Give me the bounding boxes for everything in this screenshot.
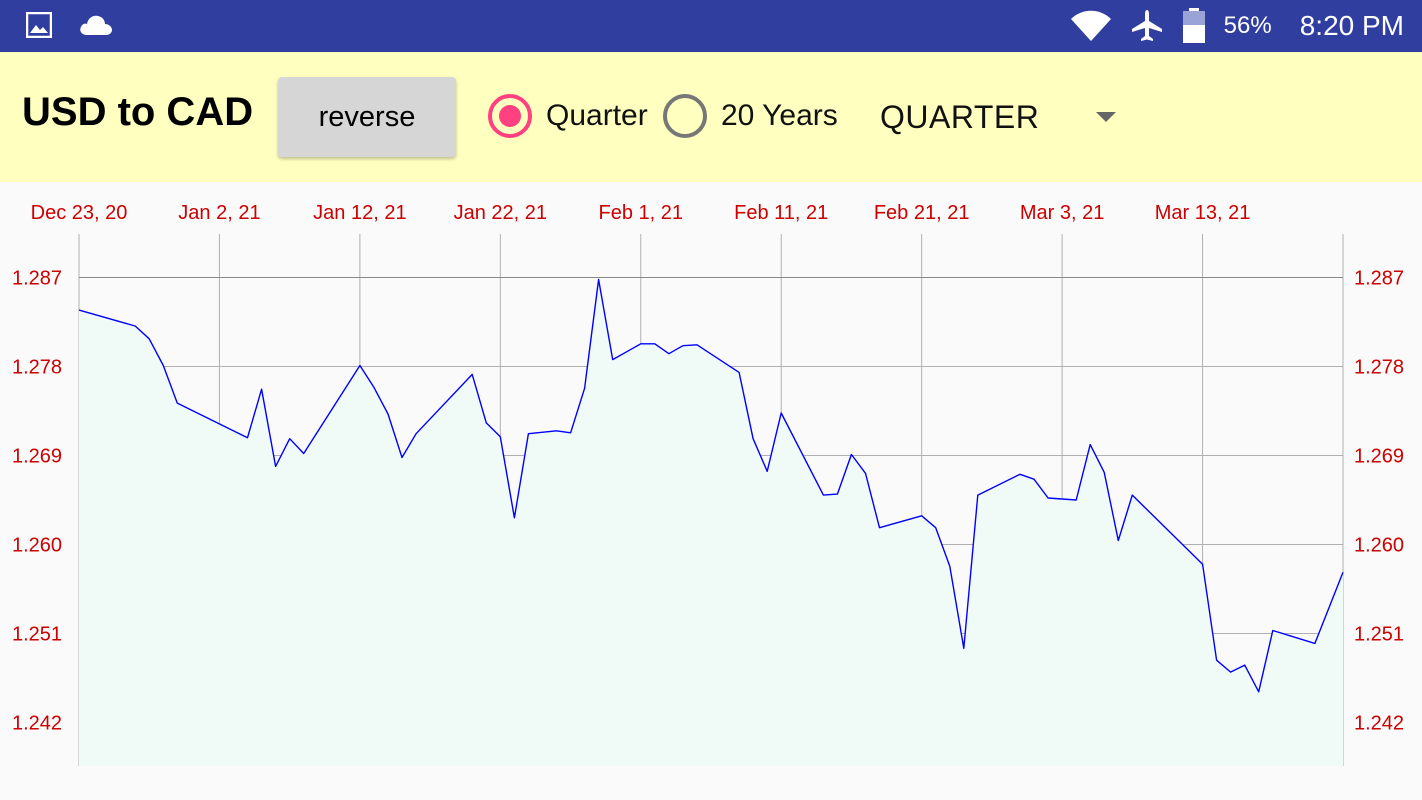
page-title: USD to CAD [22,90,254,134]
x-tick-label: Jan 2, 21 [178,202,260,224]
y-tick-label-left: 1.242 [12,712,62,734]
y-tick-label-left: 1.287 [12,268,62,290]
airplane-icon [1131,10,1162,41]
x-tick-label: Jan 22, 21 [454,202,547,224]
y-tick-label-left: 1.260 [12,534,62,556]
battery-icon [1182,8,1205,43]
reverse-button[interactable]: reverse [278,77,456,157]
status-bar-left [26,12,114,38]
status-bar-right: 56% 8:20 PM [1070,0,1404,52]
radio-quarter[interactable]: Quarter [488,94,648,138]
wifi-icon [1070,10,1111,41]
rate-chart[interactable]: 1.287 1.287 1.278 1.278 1.269 1.269 1.260 1.260… [0,182,1422,800]
image-icon [26,12,52,38]
period-dropdown[interactable]: QUARTER [880,92,1130,142]
x-tick-label: Mar 3, 21 [1020,202,1104,224]
radio-quarter-indicator [488,94,532,138]
radio-quarter-label: Quarter [546,99,648,132]
period-dropdown-value: QUARTER [880,98,1040,135]
y-tick-label-right: 1.251 [1354,623,1404,645]
y-tick-label-right: 1.287 [1354,268,1404,290]
y-tick-label-left: 1.251 [12,623,62,645]
radio-20-years-indicator [663,94,707,138]
battery-percent: 56% [1223,12,1272,39]
radio-20-years[interactable]: 20 Years [663,94,838,138]
y-tick-label-right: 1.278 [1354,357,1404,379]
radio-20-years-label: 20 Years [721,99,838,132]
x-tick-label: Feb 21, 21 [874,202,970,224]
status-bar: 56% 8:20 PM [0,0,1422,52]
x-tick-label: Mar 13, 21 [1155,202,1251,224]
y-tick-label-right: 1.242 [1354,712,1404,734]
toolbar: USD to CAD reverse Quarter 20 Years QUAR… [0,52,1422,182]
x-tick-label: Dec 23, 20 [31,202,128,224]
x-tick-label: Feb 1, 21 [599,202,684,224]
x-tick-label: Jan 12, 21 [313,202,406,224]
y-tick-label-right: 1.260 [1354,534,1404,556]
dropdown-arrow-icon [1096,112,1116,122]
x-tick-label: Feb 11, 21 [734,202,828,224]
chart-svg: 1.287 1.287 1.278 1.278 1.269 1.269 1.260 1.260… [12,202,1404,766]
y-tick-label-right: 1.269 [1354,446,1404,468]
y-tick-label-left: 1.278 [12,357,62,379]
y-tick-label-left: 1.269 [12,446,62,468]
status-time: 8:20 PM [1299,10,1404,41]
cloud-icon [80,15,112,35]
